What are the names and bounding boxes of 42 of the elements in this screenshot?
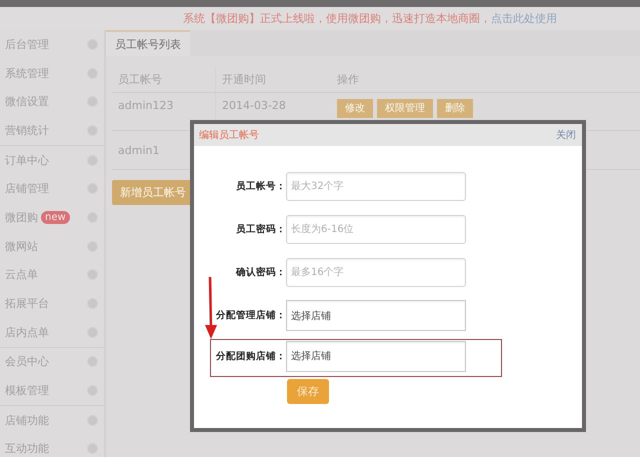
sidebar-item[interactable]: 微团购 new xyxy=(0,203,104,232)
input-field[interactable]: 最大32个字 xyxy=(286,172,466,201)
field-label: 员工帐号： xyxy=(235,180,286,193)
field-label: 员工密码： xyxy=(235,223,286,236)
sidebar-item[interactable]: 订单中心 xyxy=(0,146,104,174)
sidebar-item[interactable]: 会员中心 xyxy=(0,348,104,376)
field-label: 分配团购店铺： xyxy=(214,350,286,362)
sidebar-item[interactable]: 后台管理 xyxy=(0,30,104,59)
arrow-drawing xyxy=(205,277,217,339)
sidebar-item[interactable]: 店内点单 xyxy=(0,318,104,347)
action-button[interactable]: 删除 xyxy=(437,99,473,118)
table-cell: admin123 xyxy=(118,99,174,112)
sidebar-item[interactable]: 云点单 xyxy=(0,260,104,290)
announcement-text: 系统【微团购】正式上线啦，使用微团购，迅速打造本地商圈， xyxy=(183,11,491,26)
save-button[interactable]: 保存 xyxy=(287,379,329,404)
sidebar-item[interactable]: 系统管理 xyxy=(0,58,104,88)
column-header: 操作 xyxy=(337,72,359,86)
table-cell: 2014-03-28 xyxy=(222,99,286,112)
field-label: 确认密码： xyxy=(234,266,286,279)
action-button[interactable]: 修改 xyxy=(337,99,373,118)
new-badge: new xyxy=(41,210,70,224)
sidebar-item[interactable]: 模板管理 xyxy=(0,376,104,405)
input-field[interactable]: 长度为6-16位 xyxy=(286,215,466,244)
action-button[interactable]: 权限管理 xyxy=(377,99,433,118)
column-header: 开通时间 xyxy=(222,72,266,86)
use-now-link[interactable]: 点击此处使用 xyxy=(491,11,557,26)
store-select-field[interactable]: 选择店铺 xyxy=(286,300,466,331)
store-select-field[interactable]: 选择店铺 xyxy=(286,340,466,372)
input-field[interactable]: 最多16个字 xyxy=(286,258,466,287)
dialog-title: 编辑员工帐号 xyxy=(199,128,259,142)
column-header: 员工帐号 xyxy=(118,72,162,86)
sidebar-item[interactable]: 拓展平台 xyxy=(0,289,104,318)
sidebar-item[interactable]: 店铺管理 xyxy=(0,174,104,204)
close-link[interactable]: 关闭 xyxy=(556,128,576,142)
field-label: 分配管理店铺： xyxy=(214,309,286,322)
sidebar-item[interactable]: 微信设置 xyxy=(0,87,104,116)
table-cell: admin1 xyxy=(118,144,160,156)
tab[interactable]: 员工帐号列表 xyxy=(106,30,190,56)
sidebar-item[interactable]: 营销统计 xyxy=(0,116,104,145)
sidebar-item[interactable]: 店铺功能 xyxy=(0,406,104,435)
sidebar-item[interactable]: 互动功能 xyxy=(0,434,104,457)
sidebar-item[interactable]: 微网站 xyxy=(0,232,104,260)
